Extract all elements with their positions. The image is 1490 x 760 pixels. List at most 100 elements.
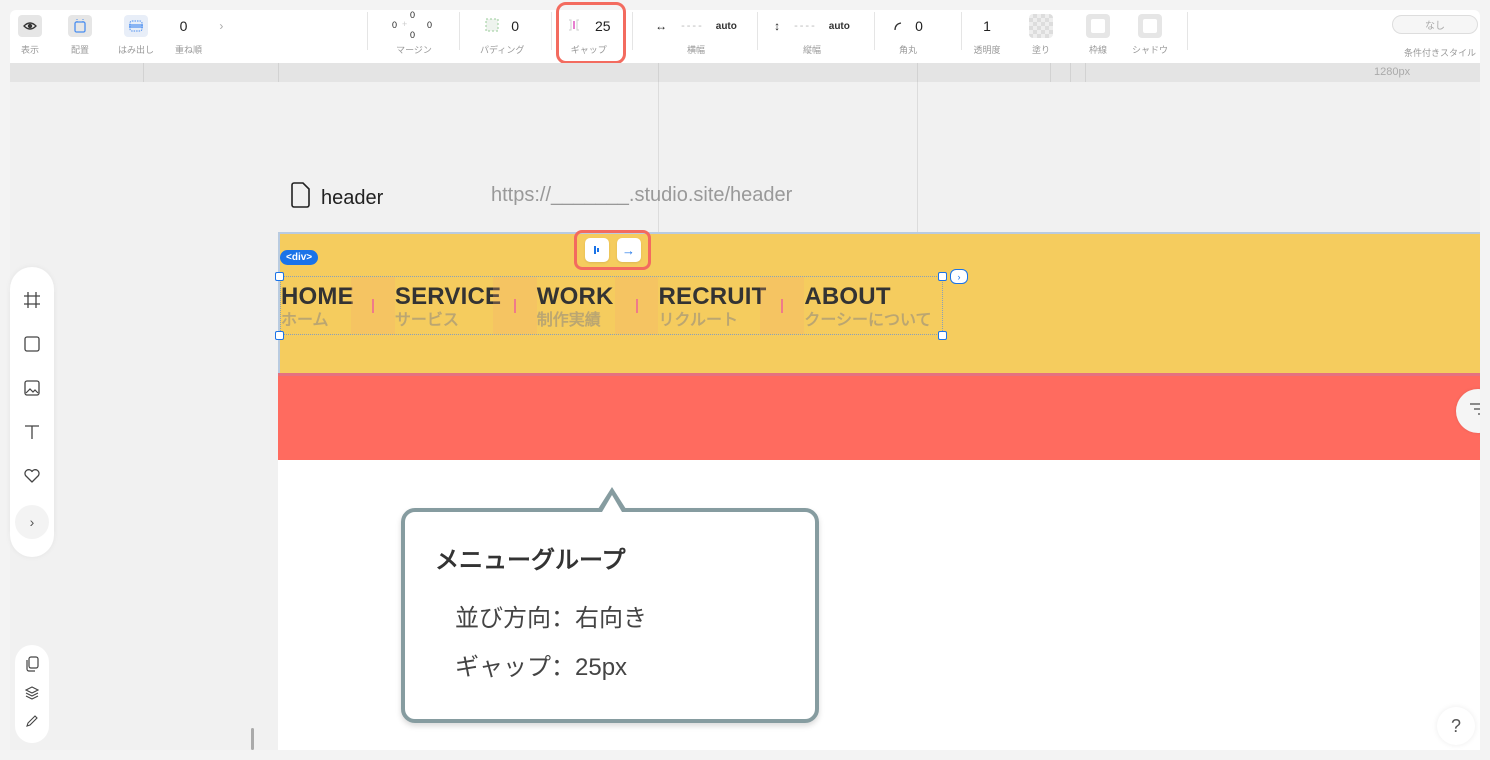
ruler: 1280px [10, 63, 1480, 82]
padding-value[interactable]: 0 [511, 18, 519, 34]
menu-item-sublabel: クーシーについて [804, 311, 932, 329]
sort-lines-icon [1469, 402, 1480, 420]
panel-toolbar [15, 645, 49, 743]
shadow-tool[interactable]: シャドウ [1132, 10, 1168, 63]
height-label: 縦幅 [802, 45, 821, 55]
border-label: 枠線 [1088, 45, 1107, 55]
page-title[interactable]: header [291, 182, 383, 214]
pages-icon[interactable] [25, 655, 39, 677]
divider [874, 12, 875, 50]
resize-handle[interactable] [275, 272, 284, 281]
width-unit[interactable]: auto [716, 21, 737, 32]
gap-indicator [351, 277, 395, 334]
heart-icon[interactable] [21, 465, 43, 487]
page-url[interactable]: https://_______.studio.site/header [491, 184, 792, 207]
radius-label: 角丸 [898, 45, 917, 55]
menu-item-sublabel: サービス [394, 311, 459, 329]
resize-handle[interactable] [938, 272, 947, 281]
menu-group[interactable]: HOME ホーム SERVICE サービス WORK 制作実績 RECRUIT リクルート AB… [280, 276, 943, 335]
shadow-swatch-icon[interactable] [1138, 14, 1162, 38]
position-label: 配置 [70, 45, 89, 55]
gap-tool[interactable]: 25 ギャップ [567, 10, 611, 63]
layers-icon[interactable] [24, 685, 40, 705]
radius-value[interactable]: 0 [915, 18, 923, 34]
header-section[interactable]: <div> → HOME ホーム SERVICE サービス WORK 制作実績 RECRUI… [275, 230, 1480, 373]
opacity-tool[interactable]: 1 透明度 [970, 10, 1004, 63]
page-name: header [321, 186, 384, 209]
transparent-swatch-icon[interactable] [1029, 14, 1053, 38]
width-tool[interactable]: ↔ ---- auto 横幅 [646, 10, 746, 63]
fill-label: 塗り [1031, 45, 1050, 55]
eye-icon[interactable] [18, 15, 42, 37]
conditional-style-button[interactable]: なし [1392, 15, 1478, 34]
pencil-icon[interactable] [25, 714, 39, 733]
annotation-callout: メニューグループ 並び方向：右向き ギャップ：25px [401, 487, 819, 723]
chevron-right-icon: › [29, 514, 35, 530]
text-icon[interactable] [21, 421, 43, 443]
opacity-value[interactable]: 1 [983, 18, 991, 34]
margin-right[interactable]: 0 [427, 20, 432, 30]
margin-bottom[interactable]: 0 [410, 30, 415, 40]
expand-toolbar-button[interactable]: › [15, 505, 49, 539]
corner-radius-icon [893, 18, 903, 34]
horizontal-arrows-icon: ↔ [655, 19, 668, 33]
vertical-arrows-icon: ↕ [774, 19, 781, 33]
position-icon[interactable] [68, 15, 92, 37]
callout-line: 並び方向：右向き [455, 605, 647, 632]
resize-handle[interactable] [938, 331, 947, 340]
menu-item-label: HOME [281, 282, 354, 310]
gap-indicator [760, 277, 805, 334]
display-tool[interactable]: 表示 [18, 10, 42, 63]
margin-left[interactable]: 0 [392, 20, 397, 30]
menu-item-home[interactable]: HOME ホーム [281, 277, 354, 334]
menu-item-recruit[interactable]: RECRUIT リクルート [658, 277, 766, 334]
select-next-button[interactable]: › [950, 269, 968, 284]
resize-handle[interactable] [275, 331, 284, 340]
overflow-icon[interactable] [124, 15, 148, 37]
box-icon[interactable] [21, 333, 43, 355]
height-unit[interactable]: auto [829, 21, 850, 32]
overflow-tool[interactable]: はみ出し [118, 10, 154, 63]
overflow-label: はみ出し [118, 45, 155, 55]
zindex-tool[interactable]: 0 › 重ね順 [175, 10, 228, 63]
border-tool[interactable]: 枠線 [1086, 10, 1110, 63]
padding-label: パディング [480, 45, 525, 55]
menu-item-label: ABOUT [804, 282, 891, 310]
height-tool[interactable]: ↕ ---- auto 縦幅 [762, 10, 862, 63]
gap-value[interactable]: 25 [595, 18, 611, 34]
frame-icon[interactable] [21, 289, 43, 311]
shadow-label: シャドウ [1132, 45, 1169, 55]
radius-tool[interactable]: 0 角丸 [880, 10, 936, 63]
chevron-right-icon[interactable]: › [219, 19, 223, 33]
opacity-label: 透明度 [973, 45, 1001, 55]
margin-tool[interactable]: 0 0 + 0 0 マージン [390, 10, 438, 63]
margin-top[interactable]: 0 [410, 10, 415, 20]
menu-item-work[interactable]: WORK 制作実績 [537, 277, 615, 334]
callout-pointer-inner [602, 495, 622, 512]
help-button[interactable]: ? [1437, 707, 1475, 745]
border-swatch-icon[interactable] [1086, 14, 1110, 38]
width-value[interactable]: ---- [681, 20, 704, 32]
ruler-width-label: 1280px [1374, 66, 1411, 78]
crosshair-icon: + [402, 19, 408, 29]
menu-item-service[interactable]: SERVICE サービス [394, 277, 501, 334]
menu-item-sublabel: リクルート [658, 311, 738, 329]
padding-tool[interactable]: 0 パディング [480, 10, 524, 63]
direction-right-button[interactable]: → [616, 238, 641, 262]
scrollbar-thumb[interactable] [251, 728, 254, 750]
guide-line [917, 82, 918, 232]
callout-line: ギャップ：25px [455, 654, 628, 681]
margin-label: マージン [396, 45, 432, 55]
align-start-button[interactable] [584, 238, 609, 262]
zindex-value[interactable]: 0 [180, 18, 188, 34]
gap-icon [567, 18, 581, 35]
position-tool[interactable]: 配置 [68, 10, 92, 63]
fill-tool[interactable]: 塗り [1029, 10, 1053, 63]
height-value[interactable]: ---- [794, 20, 817, 32]
divider [757, 12, 758, 50]
red-band-section[interactable] [278, 373, 1480, 460]
divider [961, 12, 962, 50]
menu-item-sublabel: 制作実績 [536, 311, 601, 329]
menu-item-about[interactable]: ABOUT クーシーについて [804, 277, 942, 334]
image-icon[interactable] [21, 377, 43, 399]
